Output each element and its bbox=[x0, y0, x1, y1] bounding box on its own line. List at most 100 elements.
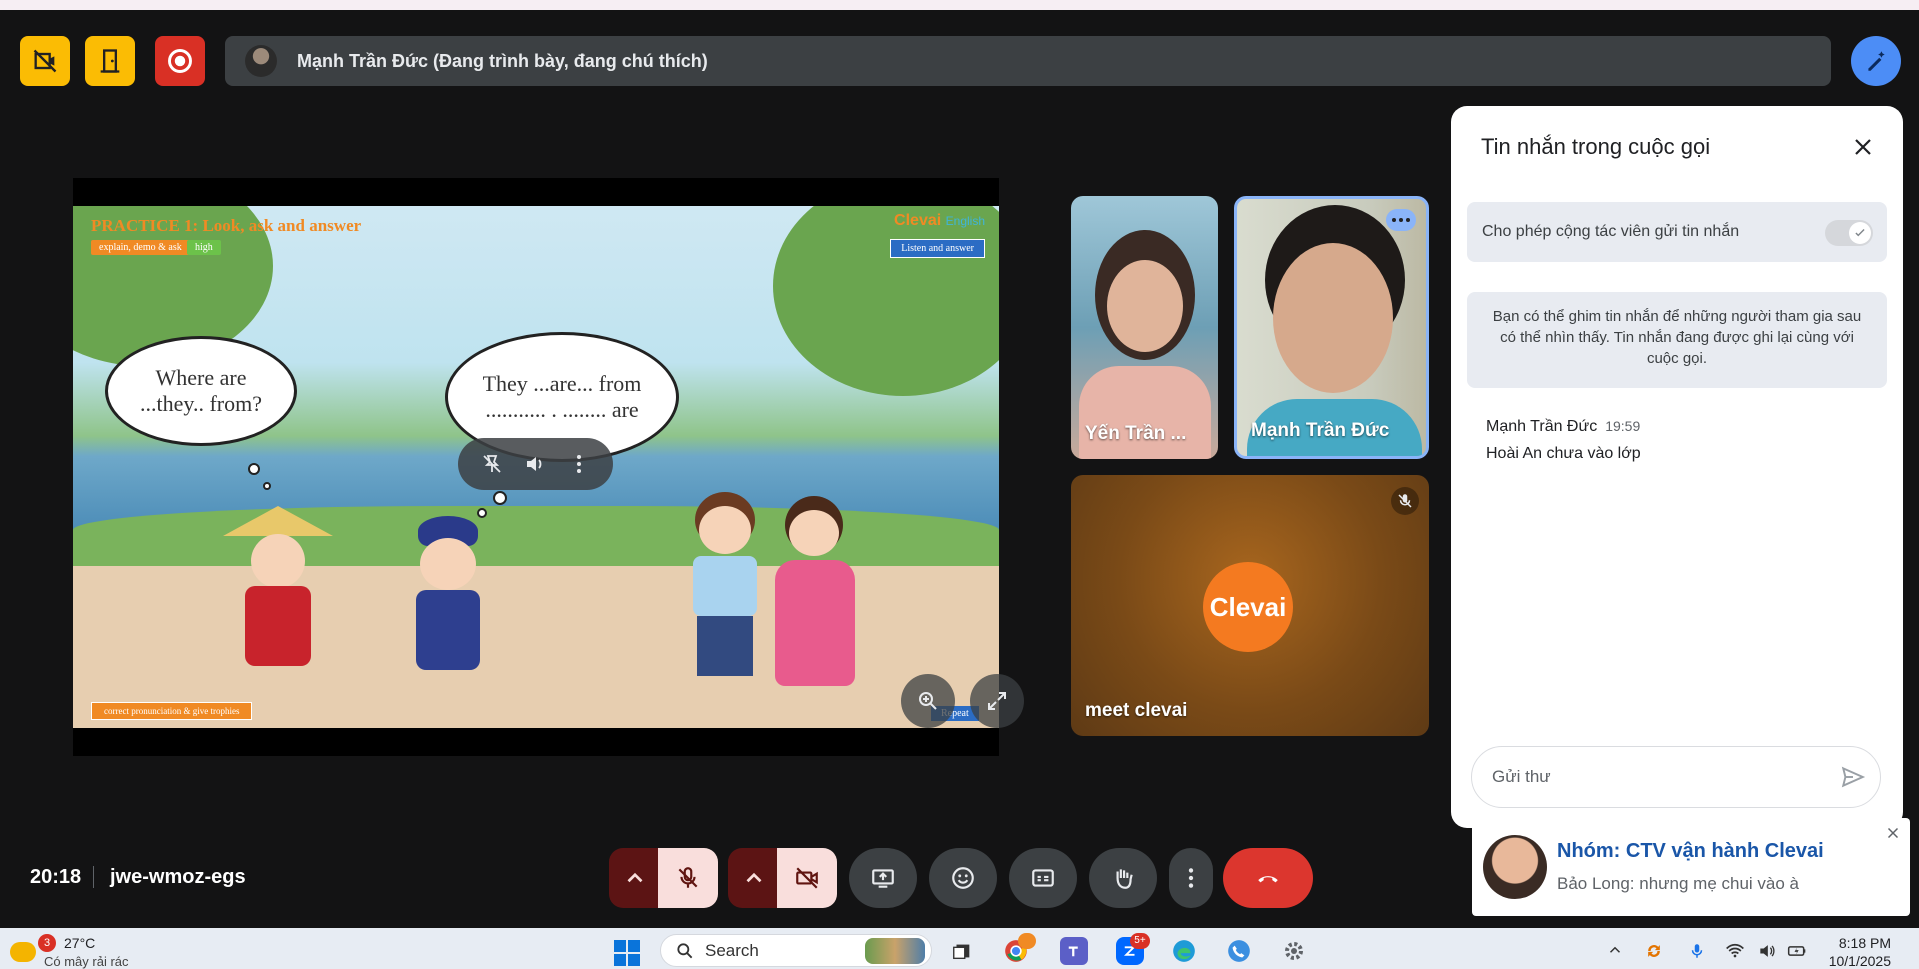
leave-room-button[interactable] bbox=[85, 36, 135, 86]
participant-tile-manh[interactable]: Mạnh Trần Đức bbox=[1234, 196, 1429, 459]
separator bbox=[93, 866, 94, 888]
camera-off-icon bbox=[796, 867, 818, 889]
close-notification-icon[interactable] bbox=[1884, 824, 1902, 842]
more-options-icon[interactable] bbox=[1386, 209, 1416, 231]
captions-button[interactable] bbox=[1009, 848, 1077, 908]
participant-face bbox=[1273, 243, 1393, 393]
battery-icon[interactable] bbox=[1786, 941, 1808, 961]
participant-shirt bbox=[1079, 366, 1211, 459]
video-options-button[interactable] bbox=[728, 848, 780, 908]
zalo-notification[interactable]: Nhóm: CTV vận hành Clevai Bảo Long: nhưn… bbox=[1472, 818, 1910, 916]
record-button[interactable] bbox=[155, 36, 205, 86]
weather-condition: Có mây rải rác bbox=[44, 954, 129, 969]
bubble-answer-line2: ........... . ........ are bbox=[485, 397, 639, 422]
bubble-dot bbox=[493, 491, 507, 505]
reactions-button[interactable] bbox=[929, 848, 997, 908]
listen-and-answer-label: Listen and answer bbox=[890, 239, 985, 258]
zoom-button[interactable] bbox=[901, 674, 955, 728]
camera-off-button[interactable] bbox=[20, 36, 70, 86]
bubble-dot bbox=[263, 482, 271, 490]
raise-hand-button[interactable] bbox=[1089, 848, 1157, 908]
slide-tag-explain: explain, demo & ask bbox=[91, 240, 190, 255]
mic-off-icon bbox=[678, 867, 698, 888]
participant-name: Mạnh Trần Đức bbox=[1251, 420, 1390, 441]
task-view-icon[interactable] bbox=[948, 937, 976, 965]
chat-title: Tin nhắn trong cuộc gọi bbox=[1481, 134, 1711, 159]
volume-icon[interactable] bbox=[523, 452, 547, 476]
meeting-code: jwe-wmoz-egs bbox=[110, 866, 246, 888]
participant-tile-yen[interactable]: Yến Trần ... bbox=[1071, 196, 1218, 459]
mic-off-badge bbox=[1391, 487, 1419, 515]
leave-call-button[interactable] bbox=[1223, 848, 1313, 908]
hand-icon bbox=[1116, 869, 1133, 889]
search-icon bbox=[677, 942, 693, 958]
clock-date: 10/1/2025 bbox=[1828, 953, 1891, 969]
presentation-area: PRACTICE 1: Look, ask and answer explain… bbox=[73, 178, 1024, 756]
chat-panel: Tin nhắn trong cuộc gọi Cho phép cộng tá… bbox=[1451, 106, 1903, 828]
zalo-badge: 5+ bbox=[1130, 933, 1150, 949]
phone-app-icon[interactable] bbox=[1225, 937, 1253, 965]
chat-message-time: 19:59 bbox=[1605, 418, 1641, 434]
kid-korea-boy bbox=[685, 492, 765, 692]
chevron-up-icon[interactable] bbox=[1606, 941, 1624, 959]
weather-badge: 3 bbox=[38, 934, 56, 952]
edge-icon[interactable] bbox=[1170, 937, 1198, 965]
microphone-icon[interactable] bbox=[1688, 941, 1706, 961]
notification-title: Nhóm: CTV vận hành Clevai bbox=[1557, 840, 1824, 862]
notification-avatar bbox=[1483, 835, 1547, 899]
slide-title: PRACTICE 1: Look, ask and answer bbox=[91, 216, 362, 235]
mic-off-icon bbox=[1398, 494, 1412, 508]
chrome-icon[interactable] bbox=[1002, 933, 1036, 965]
door-icon bbox=[100, 49, 120, 73]
present-icon bbox=[872, 869, 894, 888]
taskbar-search[interactable]: Search bbox=[660, 934, 932, 967]
bubble-answer-line1: They ...are... from bbox=[482, 371, 642, 396]
send-icon[interactable] bbox=[1840, 764, 1866, 790]
start-button[interactable] bbox=[614, 940, 640, 966]
sync-icon[interactable] bbox=[1644, 941, 1664, 961]
annotate-button[interactable] bbox=[1851, 36, 1901, 86]
allow-messages-setting: Cho phép cộng tác viên gửi tin nhắn bbox=[1467, 202, 1887, 262]
chrome-badge bbox=[1018, 933, 1036, 949]
wifi-icon[interactable] bbox=[1724, 941, 1746, 961]
search-highlight-image bbox=[865, 938, 925, 964]
pen-sparkle-icon bbox=[1868, 51, 1885, 71]
weather-temp: 27°C bbox=[64, 935, 96, 951]
kid-vietnam-girl bbox=[223, 506, 333, 686]
clevai-logo: Clevai English bbox=[894, 212, 985, 229]
close-icon bbox=[1855, 139, 1871, 155]
volume-icon[interactable] bbox=[1756, 941, 1778, 961]
chat-input[interactable]: Gửi thư bbox=[1471, 746, 1881, 808]
notification-message: Bảo Long: nhưng mẹ chui vào à bbox=[1557, 874, 1799, 893]
present-screen-button[interactable] bbox=[849, 848, 917, 908]
zoom-in-icon bbox=[919, 692, 937, 710]
more-vert-icon[interactable] bbox=[567, 452, 591, 476]
participant-tile-meet-clevai[interactable]: Clevai meet clevai bbox=[1071, 475, 1429, 736]
chat-info-box: Bạn có thể ghim tin nhắn để những người … bbox=[1467, 292, 1887, 388]
hang-up-icon bbox=[1258, 876, 1278, 883]
audio-options-button[interactable] bbox=[609, 848, 661, 908]
mic-toggle-button[interactable] bbox=[658, 848, 718, 908]
teams-icon[interactable] bbox=[1060, 937, 1088, 965]
more-options-button[interactable] bbox=[1169, 848, 1213, 908]
chat-message-header: Mạnh Trần Đức 19:59 bbox=[1486, 418, 1640, 436]
fullscreen-button[interactable] bbox=[970, 674, 1024, 728]
close-chat-button[interactable] bbox=[1846, 130, 1880, 164]
record-icon bbox=[168, 49, 192, 73]
taskbar-clock[interactable]: 8:18 PM 10/1/2025 bbox=[1829, 934, 1891, 969]
search-label: Search bbox=[705, 940, 759, 960]
participant-name: meet clevai bbox=[1085, 700, 1188, 721]
chevron-up-icon bbox=[746, 872, 762, 883]
clock-time: 8:18 PM bbox=[1838, 935, 1891, 951]
speech-bubble-question: Where are ...they.. from? bbox=[105, 336, 297, 446]
browser-top-strip bbox=[0, 0, 1919, 10]
pin-off-icon[interactable] bbox=[480, 452, 504, 476]
allow-messages-toggle[interactable] bbox=[1825, 220, 1873, 246]
weather-icon bbox=[10, 942, 36, 962]
settings-icon[interactable] bbox=[1280, 937, 1308, 965]
camera-toggle-button[interactable] bbox=[777, 848, 837, 908]
zalo-icon[interactable]: 5+ bbox=[1116, 933, 1150, 965]
slide-bottom-tag: correct pronunciation & give trophies bbox=[91, 702, 253, 720]
participant-name: Yến Trần ... bbox=[1085, 423, 1187, 444]
weather-widget[interactable]: 3 27°C Có mây rải rác bbox=[6, 934, 166, 969]
